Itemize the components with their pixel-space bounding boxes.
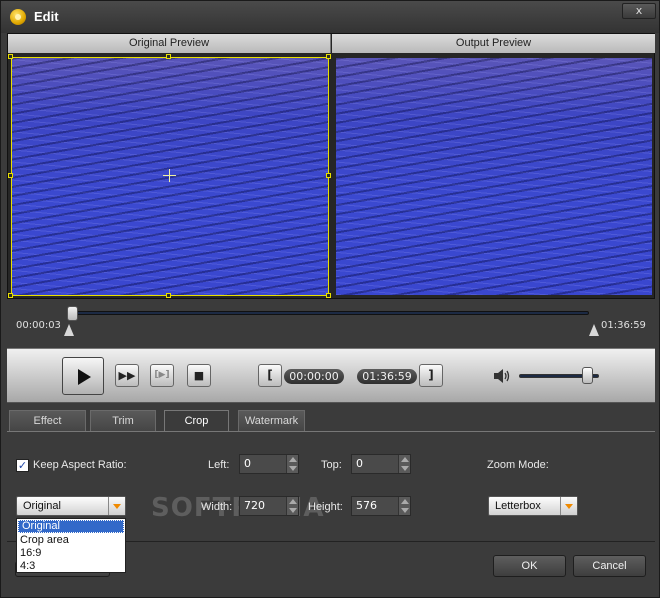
title-bar: Edit x [1,1,659,33]
set-start-button[interactable]: [ [258,364,282,387]
width-spinbox[interactable]: 720 [239,496,299,516]
tab-trim[interactable]: Trim [90,410,156,431]
stop-button[interactable]: ■ [187,364,211,387]
top-spinbox[interactable]: 0 [351,454,411,474]
height-value[interactable]: 576 [354,497,398,515]
aspect-ratio-select[interactable]: Original [16,496,126,516]
play-clip-button[interactable]: [▶] [150,364,174,387]
top-value[interactable]: 0 [354,455,398,473]
top-spin-arrows-icon[interactable] [398,455,410,473]
width-spin-arrows-icon[interactable] [286,497,298,515]
left-spin-arrows-icon[interactable] [286,455,298,473]
crop-handle-right[interactable] [326,173,331,178]
top-label: Top: [321,459,342,471]
output-preview-video [336,58,652,295]
height-label: Height: [308,501,343,513]
close-button[interactable]: x [622,3,656,19]
app-logo-icon [10,9,26,25]
aspect-option-crop-area[interactable]: Crop area [17,534,125,547]
left-label: Left: [208,459,230,471]
left-spinbox[interactable]: 0 [239,454,299,474]
crop-handle-top-left[interactable] [8,54,13,59]
timeline-end-time: 01:36:59 [601,320,646,331]
aspect-option-original[interactable]: Original [18,520,124,533]
crop-handle-bottom[interactable] [166,293,171,298]
keep-aspect-ratio-label: Keep Aspect Ratio: [33,459,127,471]
volume-speaker-icon[interactable] [493,368,511,384]
left-value[interactable]: 0 [242,455,286,473]
aspect-ratio-value: Original [23,500,61,512]
start-time-field[interactable]: 00:00:00 [284,369,344,384]
aspect-option-4-3[interactable]: 4:3 [17,560,125,573]
window-title: Edit [34,9,59,24]
crop-handle-top-right[interactable] [326,54,331,59]
height-spinbox[interactable]: 576 [351,496,411,516]
crop-handle-left[interactable] [8,173,13,178]
cancel-button[interactable]: Cancel [573,555,646,577]
width-label: Width: [201,501,233,513]
trim-start-marker[interactable] [64,324,74,336]
aspect-option-16-9[interactable]: 16:9 [17,547,125,560]
timeline-playhead[interactable] [67,306,78,321]
ok-button[interactable]: OK [493,555,566,577]
output-preview-header: Output Preview [332,34,655,53]
play-button[interactable] [62,357,104,395]
original-preview-header: Original Preview [8,34,331,53]
chevron-down-icon[interactable] [108,497,125,515]
timeline-start-time: 00:00:03 [16,320,61,331]
end-time-field[interactable]: 01:36:59 [357,369,417,384]
crop-handle-top[interactable] [166,54,171,59]
width-value[interactable]: 720 [242,497,286,515]
tab-crop[interactable]: Crop [164,410,229,432]
zoom-mode-label: Zoom Mode: [487,459,549,471]
chevron-down-icon[interactable] [560,497,577,515]
tab-watermark[interactable]: Watermark [238,410,305,431]
tab-effect[interactable]: Effect [9,410,86,431]
zoom-mode-select[interactable]: Letterbox [488,496,578,516]
crop-handle-bottom-right[interactable] [326,293,331,298]
keep-aspect-ratio-checkbox[interactable]: ✓ [16,459,29,472]
playback-control-bar: ▶▶ [▶] ■ [ 00:00:00 01:36:59 ] [7,348,655,403]
height-spin-arrows-icon[interactable] [398,497,410,515]
aspect-ratio-dropdown-list: Original Crop area 16:9 4:3 [16,518,126,573]
edit-window: Edit x Original Preview Output Preview 0… [0,0,660,598]
next-frame-button[interactable]: ▶▶ [115,364,139,387]
volume-slider-thumb[interactable] [581,367,593,384]
timeline-track[interactable] [71,311,589,315]
set-end-button[interactable]: ] [419,364,443,387]
crop-handle-bottom-left[interactable] [8,293,13,298]
zoom-mode-value: Letterbox [495,500,541,512]
crop-center-crosshair-icon[interactable] [163,169,176,182]
trim-end-marker[interactable] [589,324,599,336]
